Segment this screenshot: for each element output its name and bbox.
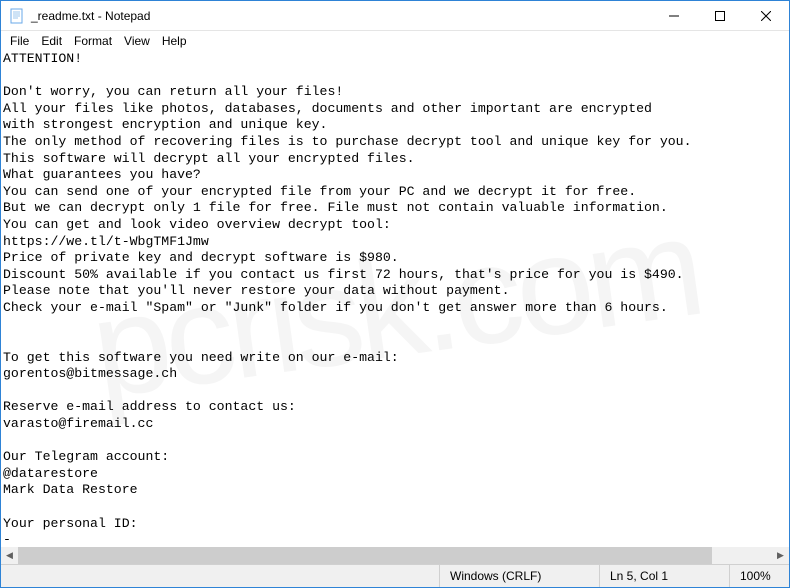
status-zoom: 100% [729,565,789,587]
horizontal-scrollbar[interactable]: ◀ ▶ [1,547,789,564]
notepad-app-icon [9,8,25,24]
scroll-thumb[interactable] [18,547,712,564]
maximize-icon [715,11,725,21]
menubar: File Edit Format View Help [1,31,789,51]
scroll-right-arrow-icon[interactable]: ▶ [772,547,789,564]
text-content[interactable]: ATTENTION! Don't worry, you can return a… [3,51,789,547]
titlebar: _readme.txt - Notepad [1,1,789,31]
editor-area: pcrisk.com ATTENTION! Don't worry, you c… [1,51,789,564]
status-encoding: Windows (CRLF) [439,565,599,587]
menu-file[interactable]: File [5,33,34,49]
menu-help[interactable]: Help [157,33,192,49]
minimize-button[interactable] [651,1,697,31]
scroll-track[interactable] [18,547,772,564]
close-icon [761,11,771,21]
menu-edit[interactable]: Edit [36,33,67,49]
maximize-button[interactable] [697,1,743,31]
close-button[interactable] [743,1,789,31]
statusbar: Windows (CRLF) Ln 5, Col 1 100% [1,564,789,587]
window-title: _readme.txt - Notepad [31,9,150,23]
status-position: Ln 5, Col 1 [599,565,729,587]
menu-view[interactable]: View [119,33,155,49]
menu-format[interactable]: Format [69,33,117,49]
minimize-icon [669,11,679,21]
window-controls [651,1,789,30]
titlebar-left: _readme.txt - Notepad [1,8,150,24]
scroll-left-arrow-icon[interactable]: ◀ [1,547,18,564]
notepad-window: _readme.txt - Notepad File Edit Format V… [0,0,790,588]
